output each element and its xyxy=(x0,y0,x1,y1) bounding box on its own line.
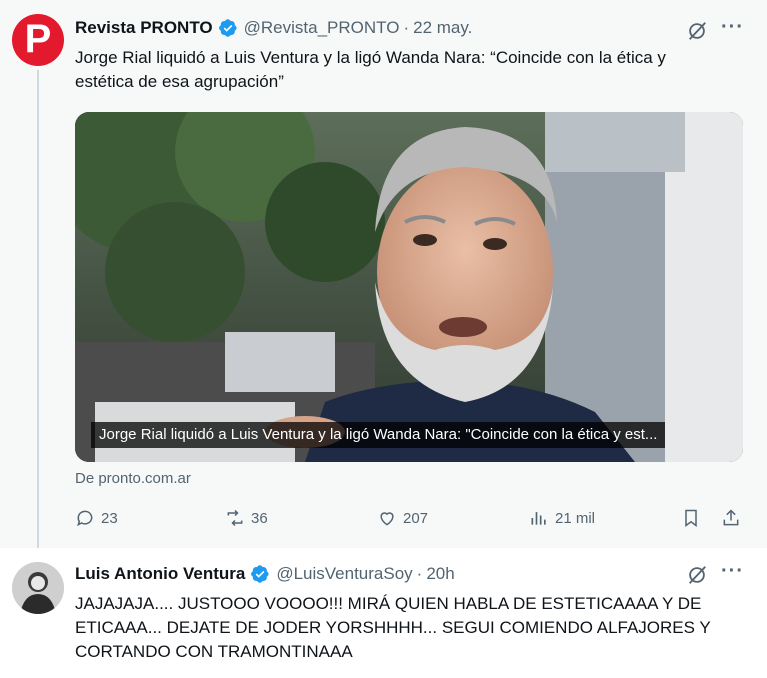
thread-line xyxy=(37,70,39,548)
like-button[interactable]: 207 xyxy=(377,508,428,528)
views-chart-icon xyxy=(531,512,546,525)
tweet-text-line: JAJAJAJA.... JUSTOOO VOOOO!!! MIRÁ QUIEN… xyxy=(75,594,702,613)
verified-badge-icon xyxy=(218,19,237,37)
bookmark-icon xyxy=(685,509,697,527)
like-count: 207 xyxy=(403,509,429,527)
share-button[interactable] xyxy=(721,508,747,528)
grok-icon[interactable] xyxy=(686,20,708,42)
views-button[interactable]: 21 mil xyxy=(529,508,595,528)
tweet-actions: 23 36 207 21 mil xyxy=(75,508,745,532)
handle[interactable]: @Revista_PRONTO xyxy=(244,18,400,38)
display-name[interactable]: Luis Antonio Ventura xyxy=(75,564,245,584)
avatar[interactable] xyxy=(12,562,64,614)
tweet-header: Revista PRONTO @Revista_PRONTO · 22 may. xyxy=(75,18,472,38)
display-name[interactable]: Revista PRONTO xyxy=(75,18,213,38)
video-thumbnail xyxy=(75,112,743,462)
reply-count: 23 xyxy=(101,509,118,527)
tweet-text-line: estética de esa agrupación” xyxy=(75,72,284,91)
retweet-button[interactable]: 36 xyxy=(225,508,268,528)
tweet-text-line: Jorge Rial liquidó a Luis Ventura y la l… xyxy=(75,48,666,67)
retweet-icon xyxy=(227,509,243,527)
views-count: 21 mil xyxy=(555,509,596,527)
more-options-icon[interactable]: ··· xyxy=(721,560,744,583)
bookmark-button[interactable] xyxy=(681,508,707,528)
grok-icon[interactable] xyxy=(686,564,708,586)
handle[interactable]: @LuisVenturaSoy xyxy=(276,564,412,584)
more-options-icon[interactable]: ··· xyxy=(721,16,744,39)
separator-dot: · xyxy=(403,18,410,37)
tweet-text-line: CORTANDO CON TRAMONTINAAA xyxy=(75,642,353,661)
tweet-text-line: ETICAAA... DEJATE DE JODER YORSHHHH... S… xyxy=(75,618,711,637)
share-icon xyxy=(723,509,739,526)
reply-button[interactable]: 23 xyxy=(75,508,118,528)
tweet-text: JAJAJAJA.... JUSTOOO VOOOO!!! MIRÁ QUIEN… xyxy=(75,592,711,664)
verified-badge-icon xyxy=(251,565,269,583)
timestamp[interactable]: 20h xyxy=(426,564,454,584)
tweet-text: Jorge Rial liquidó a Luis Ventura y la l… xyxy=(75,46,666,94)
avatar[interactable]: P xyxy=(12,14,64,66)
avatar-letter: P xyxy=(24,17,52,61)
retweet-count: 36 xyxy=(251,509,268,527)
media-caption: Jorge Rial liquidó a Luis Ventura y la l… xyxy=(91,422,666,448)
separator-dot: · xyxy=(416,564,423,583)
link-source[interactable]: De pronto.com.ar xyxy=(75,470,191,487)
timestamp[interactable]: 22 may. xyxy=(413,18,472,38)
tweet-header: Luis Antonio Ventura @LuisVenturaSoy · 2… xyxy=(75,564,455,584)
media-card-image[interactable]: Jorge Rial liquidó a Luis Ventura y la l… xyxy=(75,112,743,462)
reply-icon xyxy=(77,510,93,527)
avatar-photo xyxy=(12,562,64,614)
heart-icon xyxy=(380,512,394,526)
tweet-revista-pronto[interactable]: P Revista PRONTO @Revista_PRONTO · 22 ma… xyxy=(0,0,767,548)
